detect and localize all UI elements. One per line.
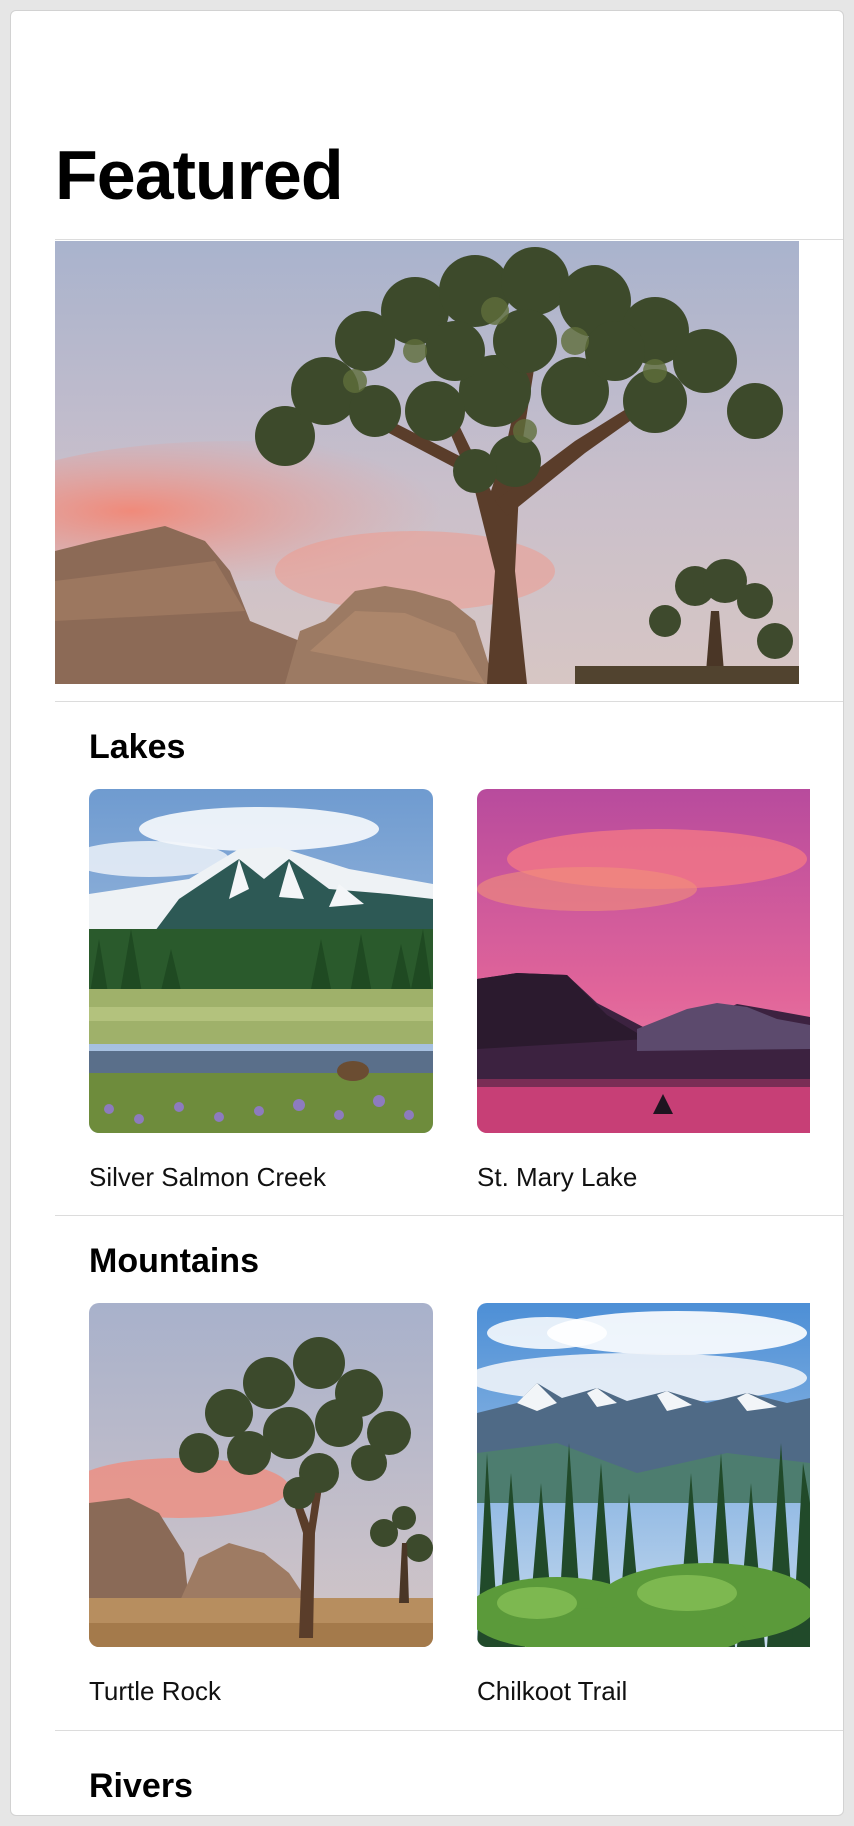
card-label: Silver Salmon Creek xyxy=(89,1162,326,1192)
page-title: Featured xyxy=(55,136,344,214)
featured-image[interactable] xyxy=(55,241,799,684)
divider xyxy=(55,1730,843,1731)
divider xyxy=(55,1215,843,1216)
app-window: Featured Lakes Silver Salmon Creek St. M… xyxy=(10,10,844,1816)
divider xyxy=(55,239,843,240)
card-silver-salmon-creek[interactable] xyxy=(89,789,433,1133)
card-st-mary-lake[interactable] xyxy=(477,789,810,1133)
section-title-lakes: Lakes xyxy=(89,728,186,766)
divider xyxy=(55,701,843,702)
section-title-rivers: Rivers xyxy=(89,1767,193,1805)
card-label: St. Mary Lake xyxy=(477,1162,638,1192)
card-label: Turtle Rock xyxy=(89,1676,221,1706)
card-label: Chilkoot Trail xyxy=(477,1676,628,1706)
section-title-mountains: Mountains xyxy=(89,1242,259,1280)
card-chilkoot-trail[interactable] xyxy=(477,1303,810,1647)
card-turtle-rock[interactable] xyxy=(89,1303,433,1647)
